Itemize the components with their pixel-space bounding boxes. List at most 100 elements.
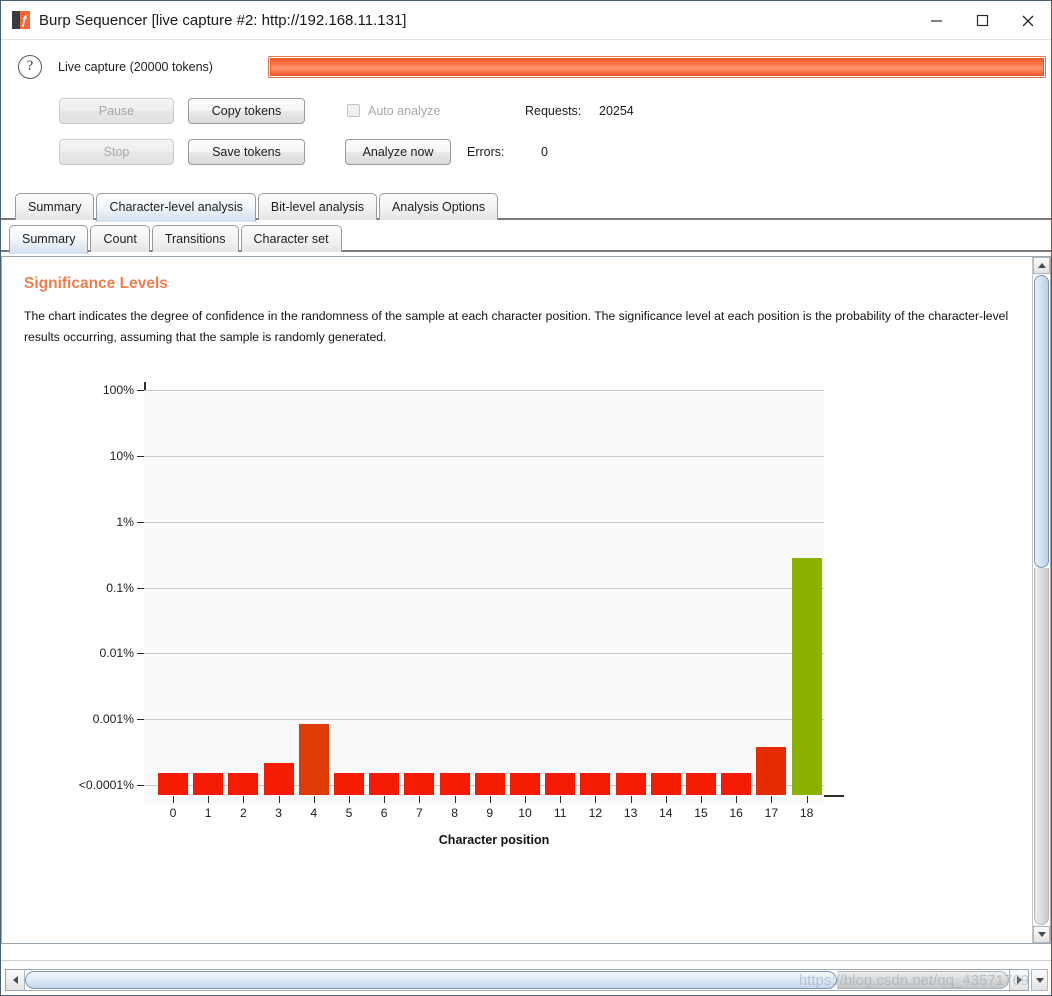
page-title: Significance Levels (24, 275, 168, 292)
tab-summary[interactable]: Summary (15, 193, 95, 220)
chart-x-tick (630, 796, 632, 803)
chart-x-tick-label: 2 (240, 806, 247, 820)
auto-analyze-checkbox[interactable] (347, 104, 360, 117)
outer-tabstrip: Summary Character-level analysis Bit-lev… (1, 192, 1051, 222)
chart-y-tick (137, 522, 144, 523)
chart-bar (298, 724, 329, 795)
burp-logo-icon: ƒ (12, 11, 30, 29)
chart-bar (193, 773, 224, 795)
chart-bar (580, 773, 611, 795)
save-tokens-button[interactable]: Save tokens (188, 138, 305, 165)
vertical-scroll-track[interactable] (1033, 275, 1050, 925)
chart-x-tick (243, 796, 245, 803)
capture-buttons-row-2: Stop Save tokens Analyze now Errors: 0 (59, 131, 1051, 172)
horizontal-scroll-track[interactable] (25, 970, 1009, 990)
chart-x-tick (384, 796, 386, 803)
requests-stat: Requests: 20254 (525, 104, 634, 118)
vertical-scrollbar[interactable] (1032, 257, 1050, 943)
chart-x-tick (489, 796, 491, 803)
chart-bar (791, 558, 822, 795)
vertical-scroll-thumb[interactable] (1034, 275, 1049, 568)
chart-bar (439, 773, 470, 795)
chart-bar (756, 747, 787, 795)
tab-character-level-analysis[interactable]: Character-level analysis (96, 193, 256, 222)
chart-gridline (144, 653, 824, 654)
minimize-button[interactable] (913, 1, 959, 40)
capture-buttons-row-1: Pause Copy tokens Auto analyze Requests:… (59, 90, 1051, 131)
chart-bar (334, 773, 364, 795)
chart-x-tick-label: 14 (659, 806, 673, 820)
horizontal-scrollbar[interactable] (5, 969, 1029, 991)
chart-x-tick (736, 796, 738, 803)
subtab-character-set[interactable]: Character set (240, 225, 342, 252)
chart-gridline (144, 588, 824, 589)
horizontal-scroll-rest[interactable] (836, 971, 1009, 989)
bottom-scroll-bar: https://blog.csdn.net/qq_43571769 (1, 960, 1051, 995)
scroll-right-button[interactable] (1009, 970, 1028, 990)
live-capture-label: Live capture (20000 tokens) (58, 60, 213, 74)
chart-bar (263, 763, 294, 795)
scroll-corner-button[interactable] (1031, 969, 1048, 991)
subtab-transitions[interactable]: Transitions (151, 225, 239, 252)
chart-x-tick-label: 8 (451, 806, 458, 820)
chart-x-tick (419, 796, 421, 803)
tab-analysis-options[interactable]: Analysis Options (378, 193, 499, 220)
requests-value: 20254 (599, 103, 634, 118)
chart-x-tick (313, 796, 315, 803)
panel-description: The chart indicates the degree of confid… (24, 309, 1009, 344)
chart-x-tick-label: 17 (764, 806, 779, 820)
auto-analyze-label: Auto analyze (368, 103, 441, 118)
subtab-count[interactable]: Count (90, 225, 150, 252)
capture-control-panel: ? Live capture (20000 tokens) Pause Copy… (1, 40, 1051, 188)
chart-y-tick (137, 588, 144, 589)
help-icon[interactable]: ? (18, 55, 42, 79)
chart-gridline (144, 522, 824, 523)
chart-gridline (144, 456, 824, 457)
chart-bar (545, 773, 576, 795)
stop-button[interactable]: Stop (59, 138, 174, 165)
vertical-scroll-lower[interactable] (1034, 567, 1049, 925)
chart-y-tick (137, 390, 144, 391)
auto-analyze-checkbox-wrap[interactable]: Auto analyze (347, 104, 477, 118)
chart-x-tick-label: 5 (345, 806, 353, 820)
capture-progress-bar (268, 56, 1046, 78)
significance-chart: 100% 10% 1% 0.1% 0.01% 0.001% <0.0001% 0 1 2 3 4 5 6 7… (24, 380, 874, 880)
chart-x-tick-label: 3 (275, 806, 282, 820)
scroll-up-button[interactable] (1033, 257, 1050, 274)
chart-x-tick-label: 12 (588, 806, 603, 820)
horizontal-scroll-thumb[interactable] (25, 971, 837, 989)
chart-x-tick (173, 796, 174, 803)
tab-bit-level-analysis[interactable]: Bit-level analysis (257, 193, 377, 220)
copy-tokens-button[interactable]: Copy tokens (188, 97, 305, 124)
chart-x-tick-label: 11 (553, 806, 567, 820)
chart-x-tick (771, 796, 773, 803)
errors-value: 0 (541, 144, 548, 159)
scroll-down-button[interactable] (1033, 926, 1050, 943)
inner-tabstrip: Summary Count Transitions Character set (1, 224, 1051, 254)
close-button[interactable] (1005, 1, 1051, 40)
chart-bar (474, 773, 505, 795)
analyze-now-button[interactable]: Analyze now (345, 138, 451, 165)
chart-x-tick-label: 6 (380, 806, 388, 820)
chart-x-tick (560, 796, 562, 803)
chart-bar (228, 773, 259, 795)
chart-x-tick-label: 9 (486, 806, 494, 820)
chart-x-tick-label: 4 (310, 806, 318, 820)
requests-key: Requests: (525, 103, 582, 118)
chart-x-tick-label: 18 (799, 806, 814, 820)
window-title: Burp Sequencer [live capture #2: http://… (39, 11, 407, 29)
subtab-summary[interactable]: Summary (9, 225, 89, 254)
chart-x-tick (278, 796, 280, 803)
chart-x-tick-label: 7 (416, 806, 423, 820)
capture-buttons-grid: Pause Copy tokens Auto analyze Requests:… (1, 90, 1051, 172)
chart-plot-area: 100% 10% 1% 0.1% 0.01% 0.001% <0.0001% 0 1 2 3 4 5 6 7… (79, 383, 824, 820)
scroll-left-button[interactable] (6, 970, 25, 990)
analysis-content-area: Significance Levels The chart indicates … (1, 256, 1051, 944)
maximize-button[interactable] (959, 1, 1005, 40)
window-controls (913, 1, 1051, 40)
pause-button[interactable]: Pause (59, 97, 174, 124)
chart-bar (369, 773, 400, 795)
chart-x-tick-label: 10 (518, 806, 532, 820)
chart-y-tick-label: 0.1% (106, 581, 134, 595)
chart-x-axis-title: Character position (438, 833, 550, 847)
